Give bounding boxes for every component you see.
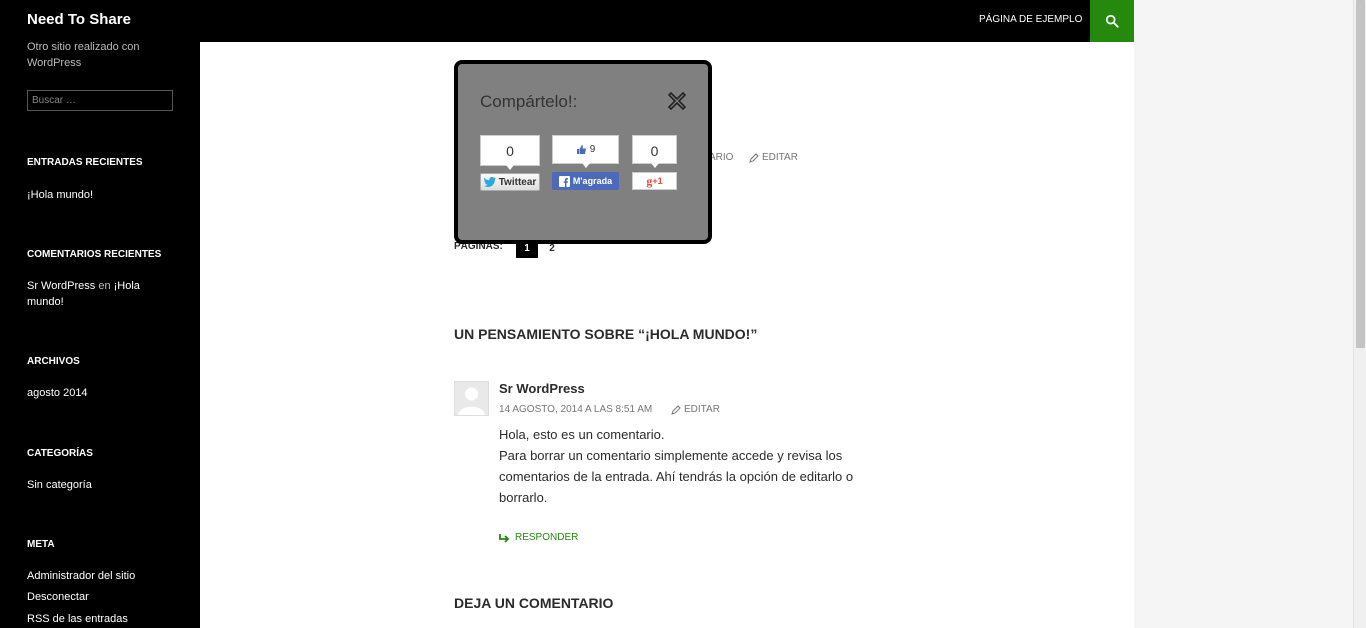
widget-title-categories: CATEGORÍAS [27,448,93,459]
recent-comment-author-link[interactable]: Sr WordPress [27,280,95,292]
widget-title-meta: META [27,539,55,550]
widget-title-archives: ARCHIVOS [27,356,80,367]
facebook-like-count-value: 9 [589,143,596,155]
recent-post-link[interactable]: ¡Hola mundo! [27,187,177,203]
archive-link[interactable]: agosto 2014 [27,385,177,401]
reply-label: RESPONDER [515,532,579,543]
category-link[interactable]: Sin categoría [27,477,177,493]
meta-link-logout[interactable]: Desconectar [27,589,177,605]
twitter-bird-icon [483,177,496,187]
comments-title: UN PENSAMIENTO SOBRE “¡HOLA MUNDO!” [454,326,758,342]
google-plus-count: 0 [632,135,677,168]
comment-edit-link[interactable]: EDITAR [671,404,720,415]
scrollbar-thumb[interactable] [1356,0,1365,348]
right-gutter [1134,0,1353,628]
close-icon[interactable] [667,91,687,111]
avatar [454,381,489,416]
leave-comment-title: DEJA UN COMENTARIO [454,595,614,611]
comment-body: Hola, esto es un comentario. Para borrar… [499,424,899,508]
default-avatar-icon [455,382,488,415]
thumbs-up-icon [576,145,586,154]
search-icon [1105,14,1119,28]
search-input[interactable] [27,90,173,111]
comment-edit-label: EDITAR [684,404,720,415]
reply-arrow-icon [499,533,510,543]
comment-date-link[interactable]: 14 AGOSTO, 2014 A LAS 8:51 AM [499,404,652,415]
site-header: Need To Share PÁGINA DE EJEMPLO [0,0,1134,42]
pencil-icon [749,152,759,163]
widget-title-recent-comments: COMENTARIOS RECIENTES [27,249,162,260]
site-tagline: Otro sitio realizado con WordPress [27,41,140,69]
comment-author[interactable]: Sr WordPress [499,381,585,396]
nav-link-sample-page[interactable]: PÁGINA DE EJEMPLO [979,14,1082,25]
tweet-button-label: Twittear [498,176,537,188]
facebook-like-label: M'agrada [572,176,613,186]
meta-link-rss[interactable]: RSS de las entradas [27,611,177,627]
sidebar: Otro sitio realizado con WordPress ENTRA… [0,41,200,628]
widget-title-recent-posts: ENTRADAS RECIENTES [27,157,143,168]
comment-paragraph: Para borrar un comentario simplemente ac… [499,448,854,505]
search-toggle-button[interactable] [1090,0,1134,42]
post-edit-link[interactable]: EDITAR [749,152,798,163]
share-popup: Compártelo!: 0 9 0 Twittear M'agrada g +… [454,60,712,244]
twitter-share-count: 0 [480,135,540,170]
comment-paragraph: Hola, esto es un comentario. [499,427,665,442]
google-plus-one-button[interactable]: g +1 [632,172,677,190]
post-meta-partial[interactable]: ARIO [709,152,733,163]
page-scrollbar[interactable] [1353,0,1366,628]
post-edit-label: EDITAR [762,152,798,163]
facebook-like-count: 9 [552,135,619,168]
pencil-icon [671,404,681,415]
tweet-button[interactable]: Twittear [480,173,540,191]
reply-link[interactable]: RESPONDER [499,532,578,543]
facebook-icon [558,175,570,187]
google-plus-one-label: +1 [652,176,663,186]
recent-comment-entry: Sr WordPress en ¡Hola mundo! [27,278,177,310]
meta-link-admin[interactable]: Administrador del sitio [27,568,177,584]
facebook-like-button[interactable]: M'agrada [552,172,619,190]
share-popup-title: Compártelo!: [480,92,578,111]
recent-comment-connector: en [98,280,111,292]
site-title[interactable]: Need To Share [27,11,131,28]
